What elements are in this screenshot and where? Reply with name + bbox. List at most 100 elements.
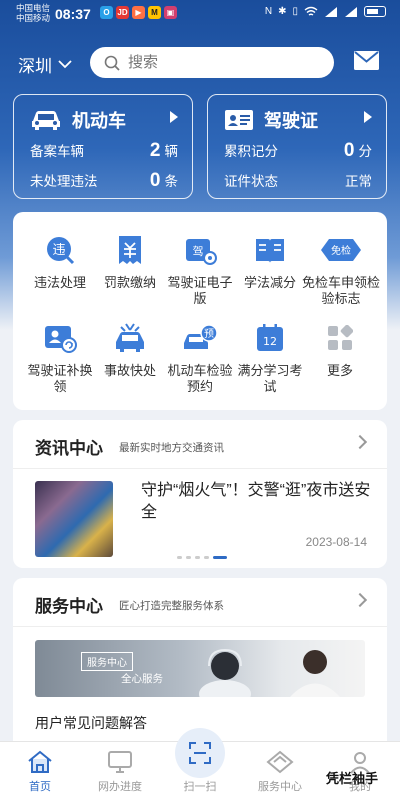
- service-banner[interactable]: 服务中心 全心服务: [35, 640, 365, 697]
- tab-home[interactable]: 首页: [5, 746, 75, 794]
- carousel-dot: [204, 556, 209, 559]
- city-label: 深圳: [18, 57, 52, 76]
- registered-vehicles-row: 备案车辆 2辆: [30, 140, 178, 162]
- license-status-label: 证件状态: [224, 174, 278, 189]
- service-more[interactable]: 更多: [303, 320, 377, 379]
- calendar-exam-icon: 12: [250, 320, 290, 356]
- news-thumbnail[interactable]: [35, 481, 113, 557]
- service-license-renew[interactable]: 驾驶证补换领: [23, 320, 97, 395]
- service-violation[interactable]: 违 违法处理: [23, 232, 97, 291]
- inspection-booking-icon: 预: [180, 320, 220, 356]
- registered-vehicles-unit: 辆: [164, 144, 179, 159]
- monitor-progress-icon: [85, 746, 155, 774]
- faq-link[interactable]: 用户常见问题解答: [35, 713, 147, 733]
- study-book-icon: [250, 232, 290, 268]
- service-e-license-label: 驾驶证电子版: [167, 275, 233, 306]
- more-grid-icon: [320, 320, 360, 356]
- iqiyi-icon: O: [100, 6, 113, 19]
- status-bar: 中国电信 中国移动 08:37 O JD ▶ M ▣ N ✱ ▯: [0, 0, 400, 30]
- service-center-subtitle: 匠心打造完整服务体系: [119, 600, 224, 612]
- carrier-1: 中国电信: [16, 3, 51, 13]
- service-exempt-check[interactable]: 免检 免检车申领检验标志: [301, 232, 381, 307]
- license-card-arrow-icon: [364, 111, 372, 123]
- points-row: 累积记分 0分: [224, 140, 372, 162]
- violations-count: 0: [149, 170, 161, 191]
- service-accident-label: 事故快处: [103, 363, 156, 378]
- jd-icon: JD: [116, 6, 129, 19]
- tab-progress[interactable]: 网办进度: [85, 746, 155, 794]
- divider: [13, 626, 387, 627]
- service-license-renew-label: 驾驶证补换领: [27, 363, 93, 394]
- bluetooth-icon: ✱: [278, 6, 287, 17]
- license-status-value: 正常: [345, 174, 372, 189]
- search-icon: [104, 55, 120, 71]
- vibrate-icon: ▯: [292, 6, 298, 17]
- city-selector[interactable]: 深圳: [18, 52, 72, 77]
- svg-text:驾: 驾: [193, 245, 204, 258]
- news-center: 资讯中心 最新实时地方交通资讯 守护“烟火气”！交警“逛”夜市送安全 2023-…: [13, 420, 387, 568]
- service-inspection-booking[interactable]: 预 机动车检验预约: [163, 320, 237, 395]
- license-renew-icon: [40, 320, 80, 356]
- violations-row: 未处理违法 0条: [30, 170, 178, 192]
- banner-text: 全心服务: [121, 673, 163, 685]
- registered-vehicles-label: 备案车辆: [30, 144, 84, 159]
- service-more-label: 更多: [326, 363, 353, 378]
- service-inspection-booking-label: 机动车检验预约: [167, 363, 233, 394]
- license-card-header: 驾驶证: [224, 107, 318, 133]
- search-bar[interactable]: [90, 47, 334, 78]
- scan-bubble[interactable]: [175, 728, 225, 778]
- service-center-more-chevron-icon[interactable]: [352, 592, 368, 608]
- svg-text:预: 预: [204, 328, 214, 340]
- registered-vehicles-count: 2: [149, 140, 161, 161]
- banner-tag: 服务中心: [81, 652, 133, 671]
- battery-icon: [364, 6, 386, 17]
- news-subtitle: 最新实时地方交通资讯: [119, 442, 224, 454]
- points-value: 0: [343, 140, 355, 161]
- vehicle-card[interactable]: 机动车 备案车辆 2辆 未处理违法 0条: [13, 94, 193, 199]
- service-study[interactable]: 学法减分: [233, 232, 307, 291]
- notification-icons: O JD ▶ M ▣: [100, 6, 177, 19]
- tab-progress-label: 网办进度: [98, 781, 142, 793]
- points-label: 累积记分: [224, 144, 278, 159]
- vehicle-card-title: 机动车: [72, 111, 126, 131]
- service-fine-payment[interactable]: 罚款缴纳: [93, 232, 167, 291]
- carousel-dot: [186, 556, 191, 559]
- violation-icon: 违: [40, 232, 80, 268]
- watermark: 凭栏袖手: [325, 771, 378, 786]
- service-fine-payment-label: 罚款缴纳: [103, 275, 156, 290]
- news-date: 2023-08-14: [305, 535, 367, 549]
- home-icon: [5, 746, 75, 774]
- wifi-icon: [304, 6, 318, 16]
- service-e-license[interactable]: 驾 驾驶证电子版: [163, 232, 237, 307]
- service-study-label: 学法减分: [243, 275, 296, 290]
- fine-payment-icon: [110, 232, 150, 268]
- chevron-down-icon: [58, 60, 72, 69]
- news-more-chevron-icon[interactable]: [352, 434, 368, 450]
- svg-text:违: 违: [52, 243, 65, 258]
- carousel-dot-active: [213, 556, 227, 559]
- license-card[interactable]: 驾驶证 累积记分 0分 证件状态 正常: [207, 94, 387, 199]
- 4g-signal-icon: [345, 7, 357, 17]
- mail-icon[interactable]: [353, 50, 380, 71]
- divider: [13, 468, 387, 469]
- service-accident[interactable]: 事故快处: [93, 320, 167, 379]
- svg-text:12: 12: [263, 335, 277, 348]
- e-license-icon: 驾: [180, 232, 220, 268]
- tab-scan-label: 扫一扫: [183, 781, 217, 793]
- news-headline[interactable]: 守护“烟火气”！交警“逛”夜市送安全: [141, 480, 371, 524]
- service-center: 服务中心 匠心打造完整服务体系 服务中心 全心服务 用户常见问题解答: [13, 578, 387, 748]
- nfc-icon: N: [264, 6, 273, 17]
- exempt-check-icon: 免检: [318, 232, 364, 268]
- carousel-indicator: [177, 556, 227, 559]
- tab-service-center[interactable]: 服务中心: [245, 746, 315, 794]
- points-unit: 分: [358, 144, 373, 159]
- search-input[interactable]: [128, 54, 308, 71]
- service-full-score-exam[interactable]: 12 满分学习考试: [233, 320, 307, 395]
- service-center-title: 服务中心: [35, 597, 103, 616]
- meituan-icon: M: [148, 6, 161, 19]
- tab-scan[interactable]: 扫一扫: [165, 778, 235, 794]
- vehicle-card-header: 机动车: [30, 107, 126, 133]
- carousel-dot: [177, 556, 182, 559]
- car-icon: [32, 111, 60, 130]
- game-icon: ▶: [132, 6, 145, 19]
